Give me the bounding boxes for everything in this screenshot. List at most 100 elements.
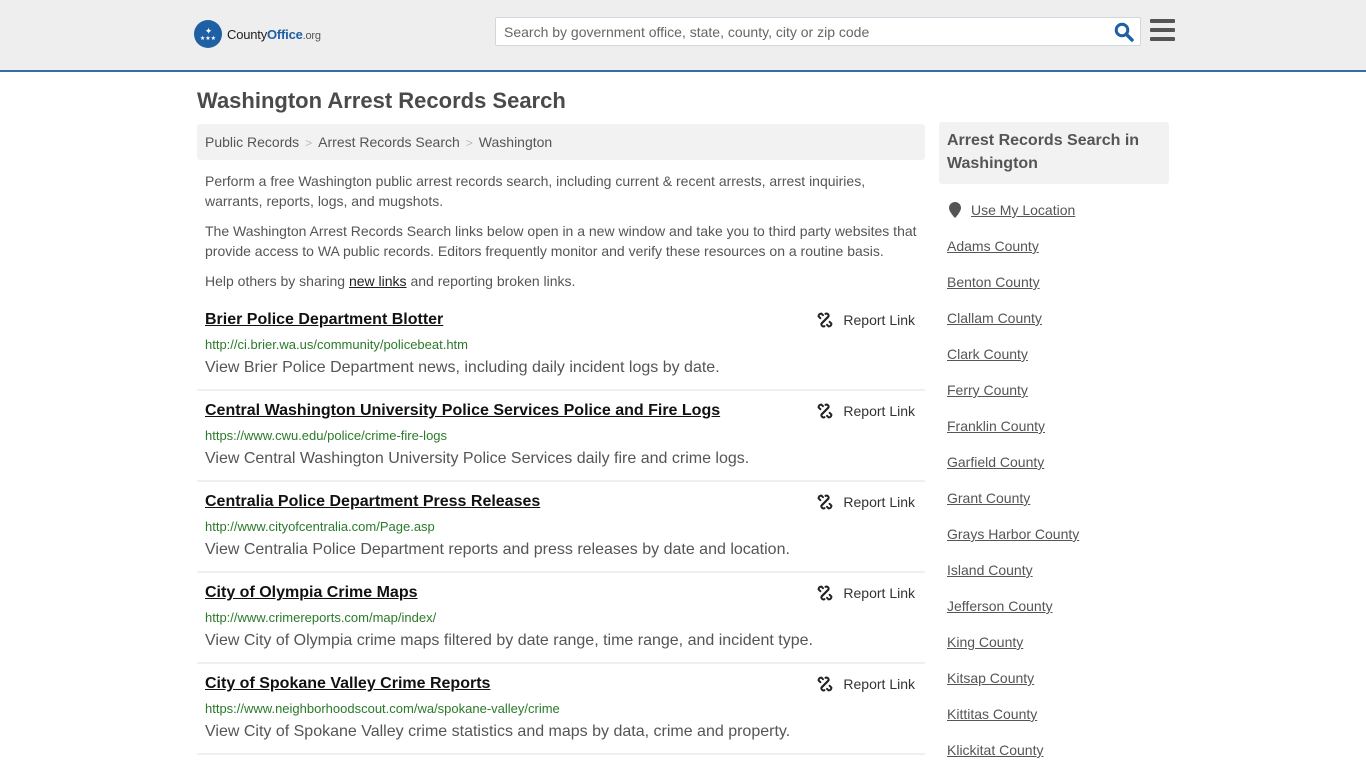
result-title-link[interactable]: City of Spokane Valley Crime Reports — [205, 675, 490, 693]
county-link[interactable]: Benton County — [947, 274, 1040, 290]
hamburger-menu-icon-bar — [1150, 37, 1175, 41]
county-link[interactable]: Grant County — [947, 490, 1030, 506]
use-my-location: Use My Location — [949, 202, 1075, 218]
county-link[interactable]: Kitsap County — [947, 670, 1034, 686]
county-link[interactable]: Jefferson County — [947, 598, 1053, 614]
intro-paragraph-2: The Washington Arrest Records Search lin… — [205, 223, 917, 259]
county-list-item: Jefferson County — [947, 598, 1079, 634]
result-description: View City of Spokane Valley crime statis… — [205, 723, 791, 740]
county-list-item: Kittitas County — [947, 706, 1079, 742]
hamburger-menu-button[interactable] — [1150, 19, 1175, 41]
breadcrumb-current-washington: Washington — [478, 134, 553, 150]
sidebar-heading: Arrest Records Search in Washington — [939, 122, 1169, 184]
page-title: Washington Arrest Records Search — [197, 88, 566, 113]
result-url-link[interactable]: https://www.neighborhoodscout.com/wa/spo… — [205, 701, 560, 716]
site-header: ✦ ★★★ CountyOffice.org — [0, 0, 1366, 72]
intro-paragraph-1: Perform a free Washington public arrest … — [205, 173, 866, 209]
stars-icon: ★★★ — [199, 36, 217, 42]
breadcrumb-separator: > — [465, 136, 473, 150]
map-pin-icon — [949, 202, 961, 218]
breadcrumb-separator: > — [305, 136, 313, 150]
broken-link-icon — [818, 676, 833, 692]
result-description: View Brier Police Department news, inclu… — [205, 359, 720, 376]
county-list-item: Clark County — [947, 346, 1079, 382]
intro-p3-after: and reporting broken links. — [406, 273, 576, 289]
county-link[interactable]: Klickitat County — [947, 742, 1043, 758]
county-link[interactable]: Ferry County — [947, 382, 1028, 398]
result-description: View City of Olympia crime maps filtered… — [205, 632, 813, 649]
breadcrumb-public-records[interactable]: Public Records — [205, 134, 299, 150]
report-link-label: Report Link — [843, 494, 915, 510]
report-link-button[interactable]: Report Link — [817, 676, 915, 692]
intro-paragraph-3: Help others by sharing new links and rep… — [205, 271, 921, 291]
county-link[interactable]: King County — [947, 634, 1023, 650]
result-url-link[interactable]: https://www.cwu.edu/police/crime-fire-lo… — [205, 428, 447, 443]
intro-p3-before: Help others by sharing — [205, 273, 349, 289]
report-link-label: Report Link — [843, 676, 915, 692]
county-link[interactable]: Clark County — [947, 346, 1028, 362]
intro-text: Perform a free Washington public arrest … — [205, 171, 921, 301]
report-link-button[interactable]: Report Link — [817, 403, 915, 419]
result-title-link[interactable]: City of Olympia Crime Maps — [205, 584, 418, 602]
county-list-item: Ferry County — [947, 382, 1079, 418]
county-link[interactable]: Clallam County — [947, 310, 1042, 326]
county-link[interactable]: Garfield County — [947, 454, 1044, 470]
result-item: City of Olympia Crime Maps Report Link htt… — [197, 573, 925, 664]
county-list-item: Adams County — [947, 238, 1079, 274]
logo-wordmark: CountyOffice.org — [227, 27, 321, 42]
broken-link-icon — [818, 312, 833, 328]
county-link[interactable]: Franklin County — [947, 418, 1045, 434]
sidebar: Arrest Records Search in Washington Use … — [939, 122, 1169, 758]
result-title-link[interactable]: Central Washington University Police Ser… — [205, 402, 720, 420]
search-input[interactable] — [496, 18, 1106, 45]
report-link-button[interactable]: Report Link — [817, 494, 915, 510]
report-link-label: Report Link — [843, 312, 915, 328]
report-link-label: Report Link — [843, 403, 915, 419]
county-list-item: Grant County — [947, 490, 1079, 526]
county-list: Adams County Benton County Clallam County C… — [947, 238, 1079, 778]
result-item: Central Washington University Police Ser… — [197, 391, 925, 482]
eagle-wing-icon: ✦ — [204, 26, 212, 36]
search-icon — [1114, 22, 1134, 42]
new-links-link[interactable]: new links — [349, 273, 407, 289]
result-url-link[interactable]: http://ci.brier.wa.us/community/policebe… — [205, 337, 468, 352]
result-description: View Central Washington University Polic… — [205, 450, 750, 467]
breadcrumb-arrest-records-search[interactable]: Arrest Records Search — [318, 134, 460, 150]
county-list-item: King County — [947, 634, 1079, 670]
result-item: Brier Police Department Blotter Report Li… — [197, 300, 925, 391]
report-link-button[interactable]: Report Link — [817, 312, 915, 328]
report-link-label: Report Link — [843, 585, 915, 601]
logo-brand-office: Office — [267, 26, 303, 42]
broken-link-icon — [818, 585, 833, 601]
search-bar — [495, 17, 1141, 46]
result-title-link[interactable]: Centralia Police Department Press Releas… — [205, 493, 540, 511]
logo-emblem-icon: ✦ ★★★ — [194, 20, 222, 48]
county-list-item: Franklin County — [947, 418, 1079, 454]
site-logo[interactable]: ✦ ★★★ CountyOffice.org — [194, 20, 321, 48]
county-link[interactable]: Kittitas County — [947, 706, 1037, 722]
logo-brand-tld: .org — [302, 29, 321, 42]
broken-link-icon — [818, 494, 833, 510]
broken-link-icon — [818, 403, 833, 419]
county-list-item: Grays Harbor County — [947, 526, 1079, 562]
use-my-location-link[interactable]: Use My Location — [971, 202, 1075, 218]
county-list-item: Kitsap County — [947, 670, 1079, 706]
county-link[interactable]: Grays Harbor County — [947, 526, 1079, 542]
county-list-item: Benton County — [947, 274, 1079, 310]
breadcrumb: Public Records > Arrest Records Search > Was… — [197, 124, 925, 160]
hamburger-menu-icon-bar — [1150, 28, 1175, 32]
result-url-link[interactable]: http://www.crimereports.com/map/index/ — [205, 610, 436, 625]
search-button[interactable] — [1114, 22, 1134, 42]
result-url-link[interactable]: http://www.cityofcentralia.com/Page.asp — [205, 519, 435, 534]
county-link[interactable]: Adams County — [947, 238, 1039, 254]
county-list-item: Clallam County — [947, 310, 1079, 346]
county-link[interactable]: Island County — [947, 562, 1033, 578]
report-link-button[interactable]: Report Link — [817, 585, 915, 601]
county-list-item: Garfield County — [947, 454, 1079, 490]
county-list-item: Island County — [947, 562, 1079, 598]
result-item: City of Spokane Valley Crime Reports Repo… — [197, 664, 925, 755]
hamburger-menu-icon-bar — [1150, 19, 1175, 23]
logo-brand-prefix: County — [227, 26, 267, 42]
result-title-link[interactable]: Brier Police Department Blotter — [205, 311, 443, 329]
county-list-item: Klickitat County — [947, 742, 1079, 778]
